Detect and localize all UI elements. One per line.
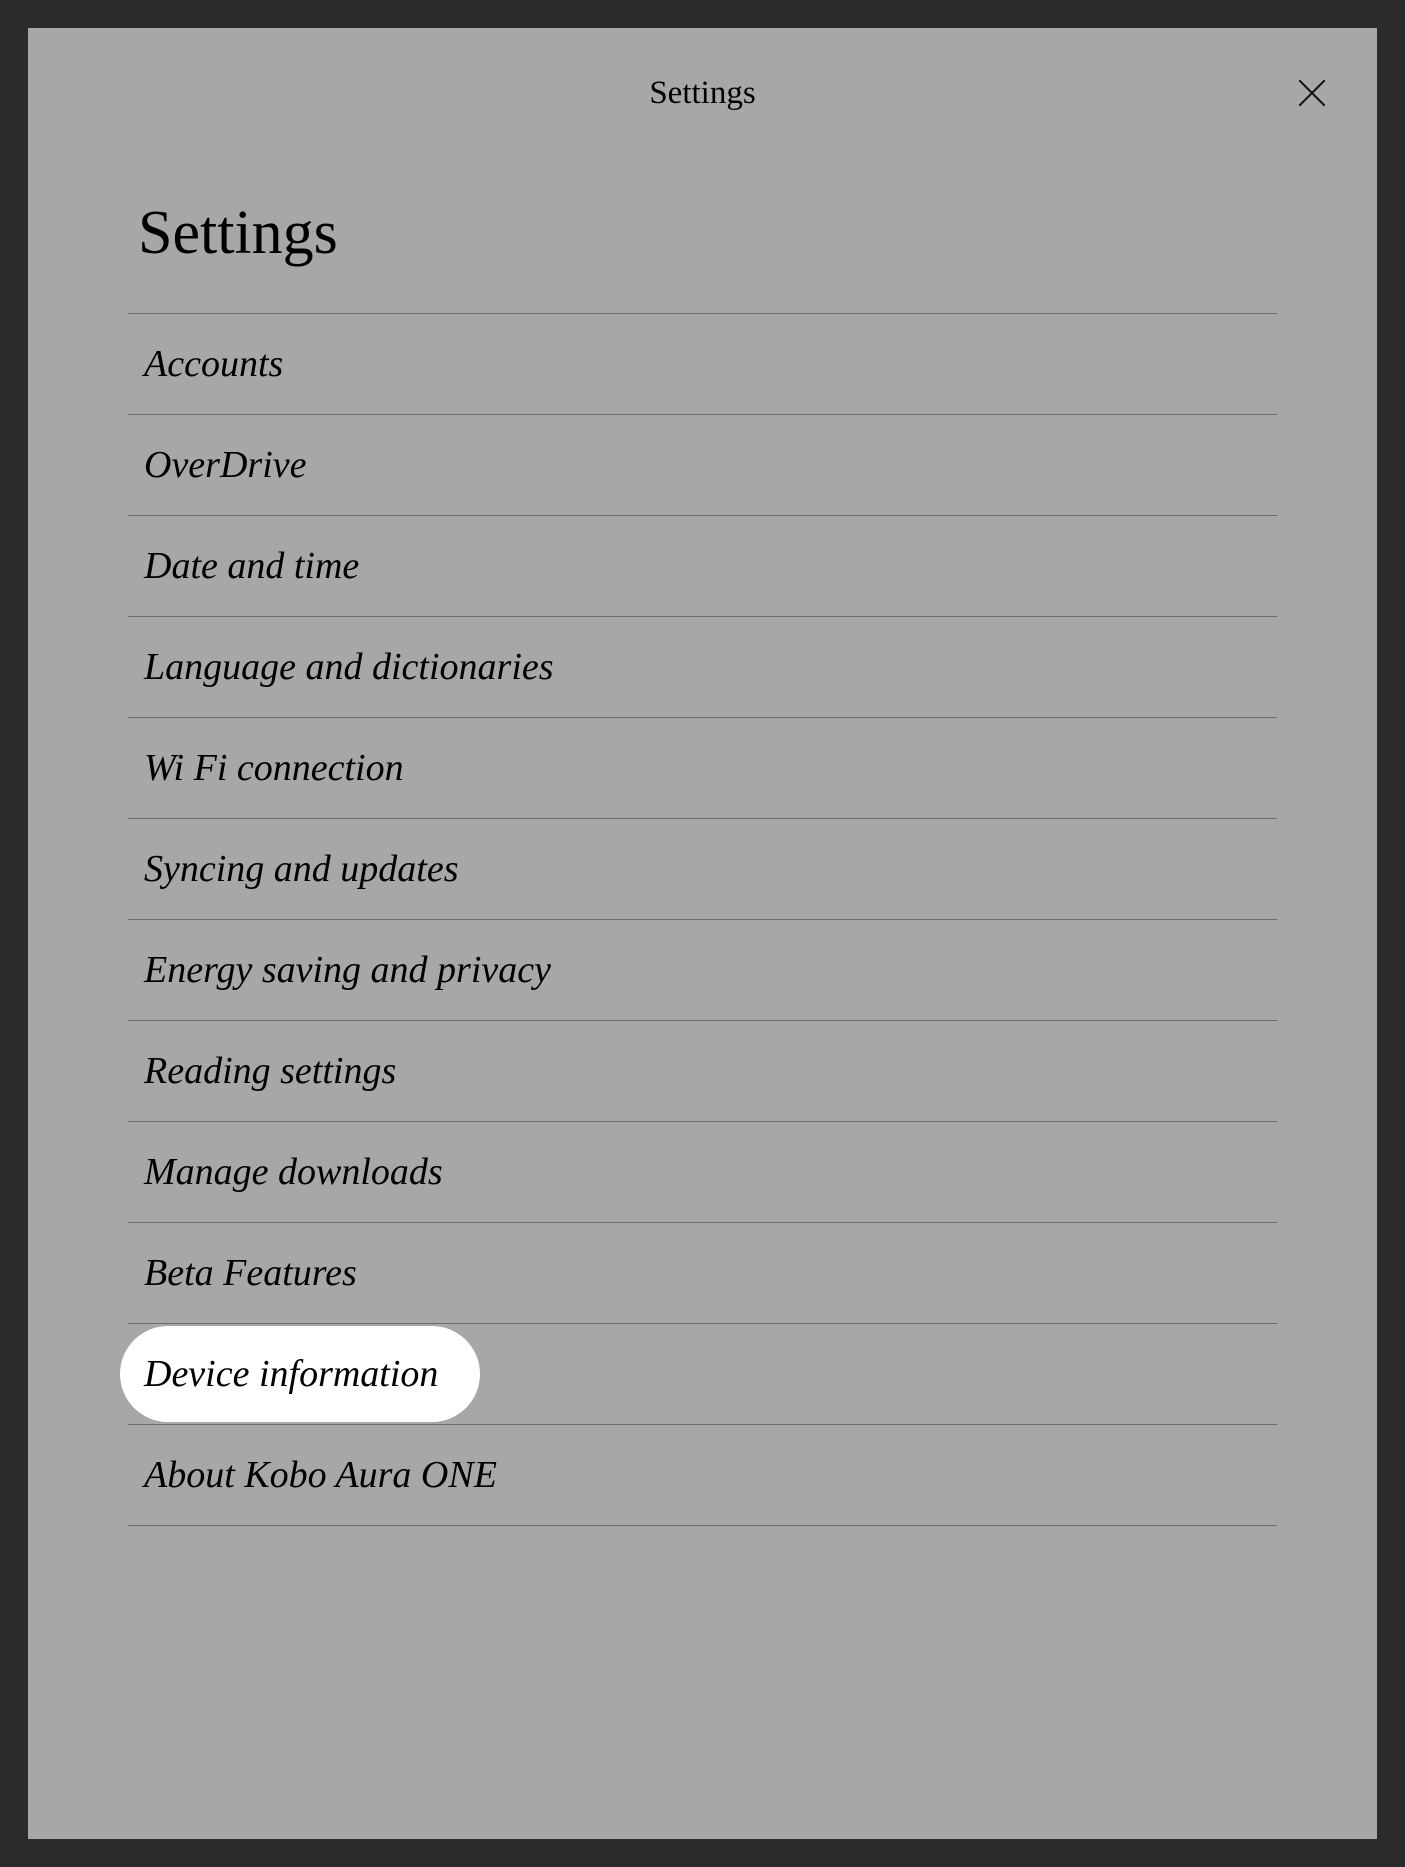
device-info-highlight: Device information xyxy=(120,1326,480,1422)
settings-item-about[interactable]: About Kobo Aura ONE xyxy=(128,1425,1277,1526)
settings-item-date-time[interactable]: Date and time xyxy=(128,516,1277,617)
modal-header: Settings xyxy=(28,28,1377,158)
settings-item-reading[interactable]: Reading settings xyxy=(128,1021,1277,1122)
settings-item-accounts[interactable]: Accounts xyxy=(128,314,1277,415)
modal-title: Settings xyxy=(649,75,755,112)
settings-item-device-info[interactable]: Device information xyxy=(128,1324,1277,1425)
close-button[interactable] xyxy=(1287,68,1337,118)
page-title: Settings xyxy=(128,158,1277,314)
settings-item-energy[interactable]: Energy saving and privacy xyxy=(128,920,1277,1021)
settings-item-overdrive[interactable]: OverDrive xyxy=(128,415,1277,516)
settings-content: Settings Accounts OverDrive Date and tim… xyxy=(28,158,1377,1526)
settings-item-language[interactable]: Language and dictionaries xyxy=(128,617,1277,718)
settings-item-beta[interactable]: Beta Features xyxy=(128,1223,1277,1324)
settings-item-downloads[interactable]: Manage downloads xyxy=(128,1122,1277,1223)
settings-item-wifi[interactable]: Wi Fi connection xyxy=(128,718,1277,819)
settings-item-syncing[interactable]: Syncing and updates xyxy=(128,819,1277,920)
settings-screen: Settings Settings Accounts OverDrive Dat… xyxy=(28,28,1377,1839)
close-icon xyxy=(1293,74,1331,112)
